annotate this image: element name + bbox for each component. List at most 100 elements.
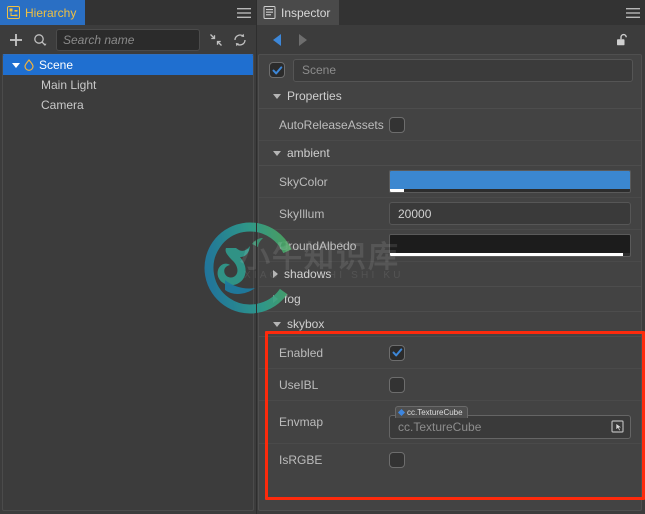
add-node-button[interactable] xyxy=(6,30,26,50)
prop-control: cc.TextureCube cc.TextureCube xyxy=(389,405,631,439)
chevron-right-icon xyxy=(273,295,278,303)
envmap-asset-field[interactable]: cc.TextureCube xyxy=(389,414,631,439)
prop-control xyxy=(389,116,631,133)
nav-forward-button[interactable] xyxy=(290,29,316,51)
prop-control: 20000 xyxy=(389,202,631,225)
prop-label: AutoReleaseAssets xyxy=(279,117,384,132)
asset-type-dot-icon xyxy=(397,408,406,416)
tab-inspector[interactable]: Inspector xyxy=(256,0,340,25)
node-name-row: Scene xyxy=(259,55,641,84)
envmap-badge-label: cc.TextureCube xyxy=(407,407,463,417)
prop-row-isrgbe: IsRGBE xyxy=(259,444,641,475)
hierarchy-tabbar: Hierarchy xyxy=(0,0,256,25)
search-input[interactable]: Search name xyxy=(56,28,200,51)
prop-control xyxy=(389,344,631,361)
tabbar-spacer-left xyxy=(85,0,232,25)
node-enabled-checkbox[interactable] xyxy=(269,62,285,78)
prop-label: UseIBL xyxy=(279,377,319,392)
prop-row-skyillum: SkyIllum 20000 xyxy=(259,198,641,230)
prop-label: Envmap xyxy=(279,415,324,429)
prop-label: SkyColor xyxy=(279,174,328,189)
prop-row-envmap: Envmap cc.TextureCube cc.TextureCube xyxy=(259,401,641,444)
chevron-down-icon xyxy=(273,150,281,156)
collapse-all-icon xyxy=(210,33,222,46)
prop-row-useibl: UseIBL xyxy=(259,369,641,401)
prop-row-skycolor: SkyColor xyxy=(259,166,641,198)
tree-item-label: Main Light xyxy=(41,78,97,92)
panel-divider[interactable] xyxy=(256,0,257,514)
isrgbe-checkbox[interactable] xyxy=(389,451,405,468)
envmap-type-badge: cc.TextureCube xyxy=(395,405,468,418)
hierarchy-panel: Hierarchy Search name Scene Main Light C… xyxy=(0,0,256,514)
tabbar-spacer-right xyxy=(339,0,621,25)
section-label: ambient xyxy=(287,146,330,160)
inspector-icon xyxy=(263,6,276,19)
tree-item-scene[interactable]: Scene xyxy=(3,55,253,75)
section-label: fog xyxy=(284,292,301,306)
prop-label: GroundAlbedo xyxy=(279,238,357,253)
section-label: shadows xyxy=(284,267,332,281)
inspector-content: Scene Properties AutoReleaseAssets ambie… xyxy=(258,54,642,511)
arrow-right-icon xyxy=(299,33,307,46)
section-label: skybox xyxy=(287,317,325,331)
section-header-properties[interactable]: Properties xyxy=(259,84,641,109)
tree-item-label: Scene xyxy=(39,58,74,72)
groundalbedo-swatch[interactable] xyxy=(389,234,631,257)
tab-hierarchy-label: Hierarchy xyxy=(25,5,77,20)
skycolor-swatch[interactable] xyxy=(389,170,631,193)
scene-icon xyxy=(22,59,36,71)
chevron-down-icon xyxy=(273,321,281,327)
inspector-tabbar: Inspector xyxy=(256,0,645,25)
chevron-down-icon[interactable] xyxy=(9,62,22,68)
section-header-ambient[interactable]: ambient xyxy=(259,141,641,166)
prop-control xyxy=(389,170,631,193)
search-placeholder: Search name xyxy=(63,32,135,47)
inspector-navbar xyxy=(256,25,645,54)
skybox-enabled-checkbox[interactable] xyxy=(389,344,405,361)
asset-picker-icon[interactable] xyxy=(610,419,626,435)
prop-row-enabled: Enabled xyxy=(259,337,641,369)
section-header-shadows[interactable]: shadows xyxy=(259,262,641,287)
skyillum-input[interactable]: 20000 xyxy=(389,202,631,225)
editor-window: Hierarchy Search name Scene Main Light C… xyxy=(0,0,645,514)
inspector-panel: Inspector Scene Properties AutoReleaseAs… xyxy=(256,0,645,514)
tab-inspector-label: Inspector xyxy=(281,5,331,20)
tree-item-main-light[interactable]: Main Light xyxy=(3,75,253,95)
prop-label: SkyIllum xyxy=(279,206,325,221)
tree-item-label: Camera xyxy=(41,98,84,112)
prop-row-groundalbedo: GroundAlbedo xyxy=(259,230,641,262)
arrow-left-icon xyxy=(273,33,281,46)
prop-label: IsRGBE xyxy=(279,452,323,467)
envmap-placeholder: cc.TextureCube xyxy=(398,419,482,434)
prop-control xyxy=(389,234,631,257)
node-name-placeholder: Scene xyxy=(302,63,337,77)
inspector-menu-button[interactable] xyxy=(621,0,645,25)
plus-icon xyxy=(10,33,22,46)
collapse-all-button[interactable] xyxy=(206,30,226,50)
unlock-icon xyxy=(617,33,627,45)
hierarchy-toolbar: Search name xyxy=(0,25,256,54)
envmap-asset-wrapper: cc.TextureCube cc.TextureCube xyxy=(389,405,631,439)
tree-item-camera[interactable]: Camera xyxy=(3,95,253,115)
section-label: Properties xyxy=(287,89,342,103)
hierarchy-menu-button[interactable] xyxy=(232,0,256,25)
lock-inspector-button[interactable] xyxy=(609,29,635,51)
autoreleaseassets-checkbox[interactable] xyxy=(389,116,405,133)
chevron-down-icon xyxy=(273,93,281,99)
hierarchy-icon xyxy=(7,6,20,19)
tab-hierarchy[interactable]: Hierarchy xyxy=(0,0,86,25)
search-filter-button[interactable] xyxy=(30,30,50,50)
section-header-skybox[interactable]: skybox xyxy=(259,312,641,337)
refresh-icon xyxy=(234,33,246,46)
search-filter-icon xyxy=(33,33,46,46)
refresh-button[interactable] xyxy=(230,30,250,50)
node-name-input[interactable]: Scene xyxy=(293,58,633,82)
nav-back-button[interactable] xyxy=(264,29,290,51)
prop-row-autoreleaseassets: AutoReleaseAssets xyxy=(259,109,641,141)
useibl-checkbox[interactable] xyxy=(389,376,405,393)
chevron-right-icon xyxy=(273,270,278,278)
prop-control xyxy=(389,376,631,393)
section-header-fog[interactable]: fog xyxy=(259,287,641,312)
prop-control xyxy=(389,451,631,468)
hierarchy-tree: Scene Main Light Camera xyxy=(2,54,254,511)
